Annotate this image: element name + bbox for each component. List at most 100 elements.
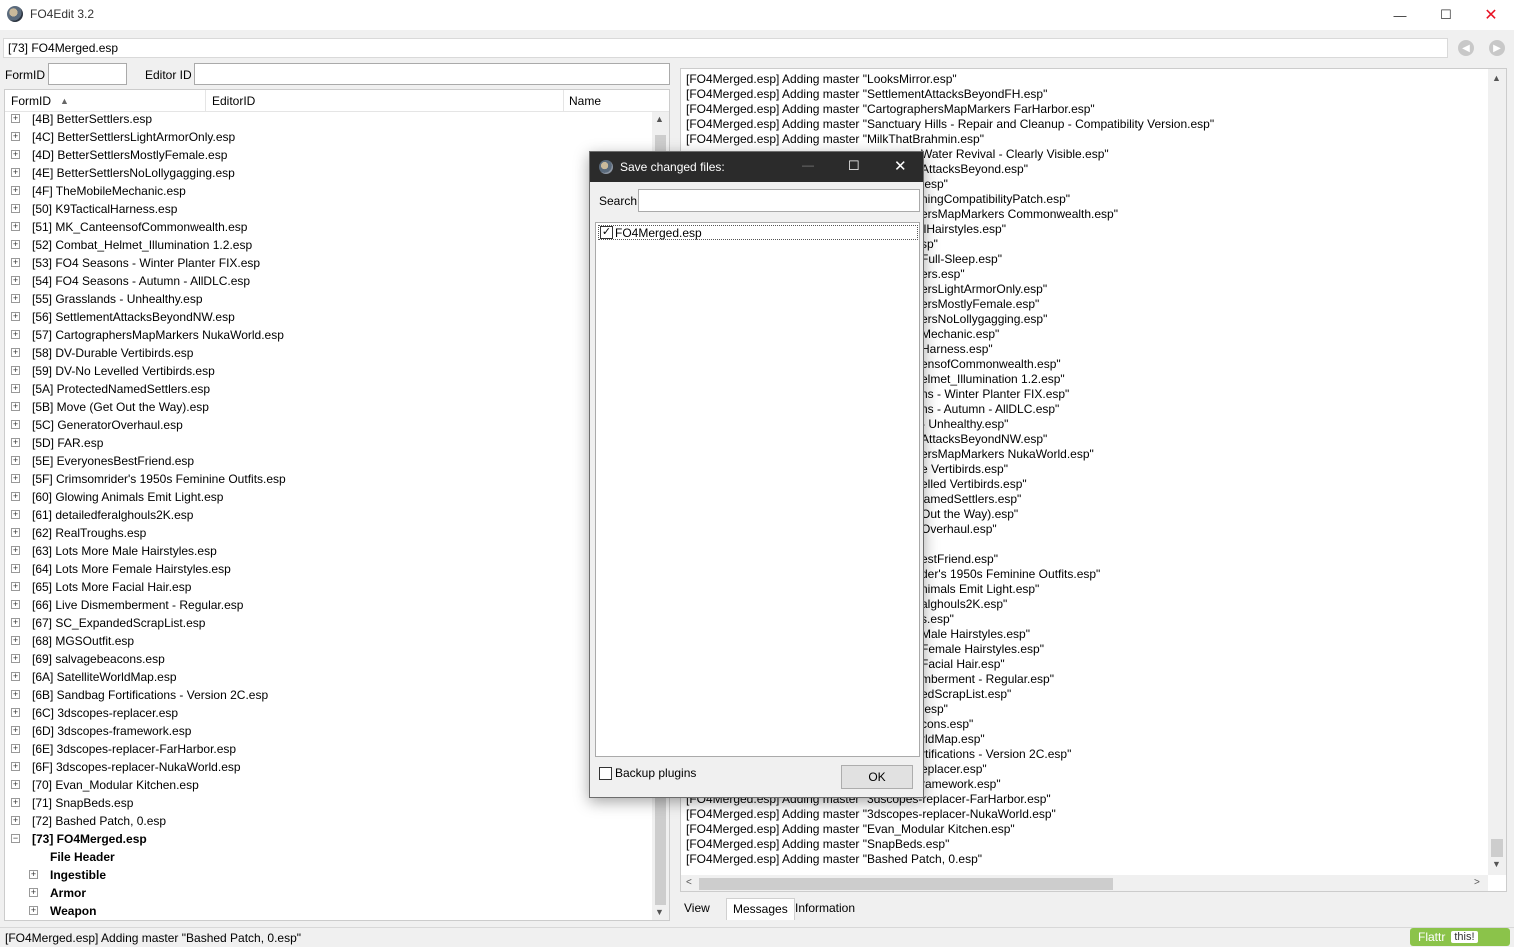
formid-input[interactable] [48,63,127,85]
tree-row[interactable]: + [52] Combat_Helmet_Illumination 1.2.esp [5,236,655,254]
tab-messages[interactable]: Messages [726,898,795,920]
expand-icon[interactable]: + [11,726,20,735]
ok-button[interactable]: OK [841,765,913,789]
expand-icon[interactable]: + [11,546,20,555]
tree-row[interactable]: + [65] Lots More Facial Hair.esp [5,578,655,596]
expand-icon[interactable]: + [11,816,20,825]
tab-information[interactable]: Information [789,898,861,920]
tree-row[interactable]: + Ingestible [5,866,655,884]
record-tree[interactable]: FormID ▲ EditorID Name + [4B] BetterSettl… [4,89,670,921]
expand-icon[interactable]: + [11,150,20,159]
tree-row[interactable]: + [56] SettlementAttacksBeyondNW.esp [5,308,655,326]
tree-row[interactable]: + [4D] BetterSettlersMostlyFemale.esp [5,146,655,164]
back-icon[interactable]: ◀ [1458,40,1474,56]
scroll-right-icon[interactable]: > [1474,877,1480,888]
tree-row[interactable]: + Armor [5,884,655,902]
tree-row[interactable]: + [4E] BetterSettlersNoLollygagging.esp [5,164,655,182]
tree-row[interactable]: + [58] DV-Durable Vertibirds.esp [5,344,655,362]
scroll-down-icon[interactable]: ▼ [655,907,664,917]
tree-row[interactable]: + [5E] EveryonesBestFriend.esp [5,452,655,470]
tree-row[interactable]: + [5B] Move (Get Out the Way).esp [5,398,655,416]
expand-icon[interactable]: + [11,186,20,195]
dialog-maximize-button[interactable]: ☐ [848,158,860,174]
tree-row[interactable]: + [50] K9TacticalHarness.esp [5,200,655,218]
expand-icon[interactable]: + [29,870,38,879]
tree-row[interactable]: + Weapon [5,902,655,920]
tree-row[interactable]: + [4F] TheMobileMechanic.esp [5,182,655,200]
tree-row[interactable]: + [60] Glowing Animals Emit Light.esp [5,488,655,506]
expand-icon[interactable]: + [11,618,20,627]
tree-row[interactable]: + [57] CartographersMapMarkers NukaWorld.… [5,326,655,344]
record-path-field[interactable]: [73] FO4Merged.esp [3,38,1448,58]
expand-icon[interactable]: + [11,708,20,717]
tree-row[interactable]: + [61] detailedferalghouls2K.esp [5,506,655,524]
column-name[interactable]: Name [569,94,601,108]
expand-icon[interactable]: + [11,798,20,807]
expand-icon[interactable]: + [11,114,20,123]
list-item[interactable]: ✓ FO4Merged.esp [598,225,918,240]
tree-row[interactable]: + [64] Lots More Female Hairstyles.esp [5,560,655,578]
scroll-up-icon[interactable]: ▲ [655,114,664,124]
expand-icon[interactable]: + [11,672,20,681]
forward-icon[interactable]: ▶ [1489,40,1505,56]
tree-row[interactable]: + [53] FO4 Seasons - Winter Planter FIX.e… [5,254,655,272]
minimize-button[interactable]: — [1377,0,1423,30]
tree-row[interactable]: + [51] MK_CanteensofCommonwealth.esp [5,218,655,236]
expand-icon[interactable]: + [11,312,20,321]
column-formid[interactable]: FormID [11,94,51,108]
backup-checkbox[interactable] [599,767,612,780]
tree-row[interactable]: + [68] MGSOutfit.esp [5,632,655,650]
tree-row[interactable]: + [62] RealTroughs.esp [5,524,655,542]
tree-row[interactable]: + [5C] GeneratorOverhaul.esp [5,416,655,434]
expand-icon[interactable]: + [11,204,20,213]
expand-icon[interactable]: + [11,438,20,447]
expand-icon[interactable]: + [11,600,20,609]
log-hscroll-thumb[interactable] [699,878,1113,890]
tree-row[interactable]: + [5D] FAR.esp [5,434,655,452]
file-checkbox[interactable]: ✓ [600,226,613,239]
expand-icon[interactable]: + [11,456,20,465]
file-list[interactable]: ✓ FO4Merged.esp [595,222,920,757]
tree-row[interactable]: − [73] FO4Merged.esp [5,830,655,848]
tree-row[interactable]: + [4C] BetterSettlersLightArmorOnly.esp [5,128,655,146]
expand-icon[interactable]: + [11,348,20,357]
expand-icon[interactable]: + [11,636,20,645]
column-editorid[interactable]: EditorID [212,94,255,108]
tree-row[interactable]: + [59] DV-No Levelled Vertibirds.esp [5,362,655,380]
log-scroll-thumb[interactable] [1491,839,1503,857]
expand-icon[interactable]: + [11,294,20,303]
tree-row[interactable]: File Header [5,848,655,866]
expand-icon[interactable]: + [11,366,20,375]
tree-row[interactable]: + [6D] 3dscopes-framework.esp [5,722,655,740]
tree-row[interactable]: + [6C] 3dscopes-replacer.esp [5,704,655,722]
expand-icon[interactable]: + [11,258,20,267]
expand-icon[interactable]: + [29,888,38,897]
expand-icon[interactable]: + [11,240,20,249]
tree-row[interactable]: + [55] Grasslands - Unhealthy.esp [5,290,655,308]
dialog-minimize-button[interactable]: — [802,158,814,172]
maximize-button[interactable]: ☐ [1423,0,1469,30]
expand-icon[interactable]: + [11,762,20,771]
expand-icon[interactable]: + [29,906,38,915]
expand-icon[interactable]: + [11,222,20,231]
expand-icon[interactable]: + [11,168,20,177]
tree-row[interactable]: + [71] SnapBeds.esp [5,794,655,812]
log-scroll-up-icon[interactable]: ▲ [1492,73,1501,83]
expand-icon[interactable]: + [11,420,20,429]
expand-icon[interactable]: + [11,528,20,537]
expand-icon[interactable]: + [11,132,20,141]
tree-row[interactable]: + [67] SC_ExpandedScrapList.esp [5,614,655,632]
expand-icon[interactable]: + [11,654,20,663]
expand-icon[interactable]: + [11,780,20,789]
expand-icon[interactable]: + [11,384,20,393]
collapse-icon[interactable]: − [11,834,20,843]
tree-row[interactable]: + [4B] BetterSettlers.esp [5,110,655,128]
tree-row[interactable]: + [5F] Crimsomrider's 1950s Feminine Outf… [5,470,655,488]
dialog-close-button[interactable]: ✕ [894,157,907,175]
expand-icon[interactable]: + [11,492,20,501]
expand-icon[interactable]: + [11,690,20,699]
tree-row[interactable]: + [6A] SatelliteWorldMap.esp [5,668,655,686]
tree-row[interactable]: + [54] FO4 Seasons - Autumn - AllDLC.esp [5,272,655,290]
tree-row[interactable]: + [6E] 3dscopes-replacer-FarHarbor.esp [5,740,655,758]
tree-row[interactable]: + [6B] Sandbag Fortifications - Version 2… [5,686,655,704]
